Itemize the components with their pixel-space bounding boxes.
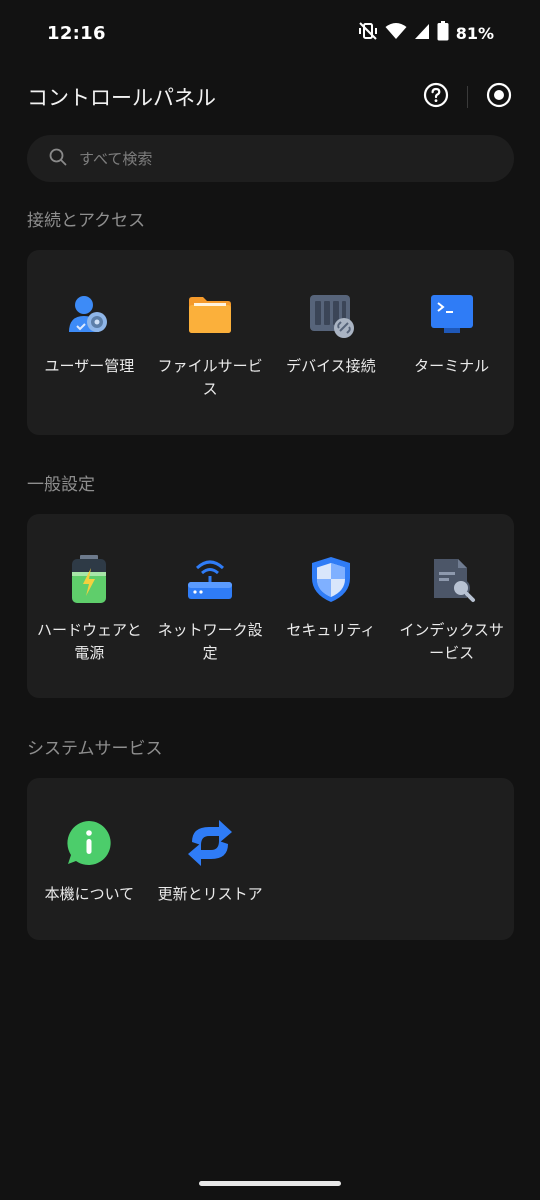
tile-network-settings[interactable]: ネットワーク設定 <box>150 514 271 665</box>
home-indicator[interactable] <box>199 1181 341 1186</box>
tile-label: ターミナル <box>414 357 490 375</box>
help-circle-icon <box>423 82 449 112</box>
section-title-connection: 接続とアクセス <box>27 211 146 231</box>
search-bar[interactable] <box>27 135 514 182</box>
tile-update-restore[interactable]: 更新とリストア <box>150 778 271 906</box>
status-time: 12:16 <box>47 22 106 44</box>
refresh-icon <box>185 818 235 868</box>
tile-file-services[interactable]: ファイルサービス <box>150 250 271 401</box>
search-icon <box>49 148 67 170</box>
tile-label: ネットワーク設定 <box>157 621 263 662</box>
status-icons: 81% <box>358 21 494 45</box>
info-bubble-icon <box>64 818 114 868</box>
page-title: コントロールパネル <box>27 86 216 110</box>
index-search-icon <box>427 554 477 604</box>
tile-index-service[interactable]: インデックスサービス <box>391 514 512 665</box>
wifi-icon <box>385 22 407 44</box>
tile-hardware-power[interactable]: ハードウェアと電源 <box>29 514 150 665</box>
tile-label: デバイス接続 <box>286 357 376 375</box>
device-connection-icon <box>306 290 356 340</box>
tile-terminal[interactable]: ターミナル <box>391 250 512 378</box>
tile-label: 更新とリストア <box>157 885 263 903</box>
tile-device-connection[interactable]: デバイス接続 <box>271 250 392 378</box>
tile-about-device[interactable]: 本機について <box>29 778 150 906</box>
cell-signal-icon <box>414 22 430 44</box>
tile-label: セキュリティ <box>286 621 376 639</box>
app-header: コントロールパネル <box>0 72 540 122</box>
shield-icon <box>306 554 356 604</box>
tile-label: ファイルサービス <box>157 357 263 398</box>
tile-label: 本機について <box>44 885 135 903</box>
battery-icon <box>437 21 449 45</box>
user-management-icon <box>64 290 114 340</box>
section-card-system: 本機について 更新とリストア <box>27 778 514 940</box>
mute-vibrate-off-icon <box>358 21 378 45</box>
help-button[interactable] <box>421 82 451 112</box>
battery-power-icon <box>64 554 114 604</box>
section-card-connection: ユーザー管理 ファイルサービス デバイス接続 ターミナル <box>27 250 514 435</box>
status-bar: 12:16 81% <box>0 0 540 66</box>
search-input[interactable] <box>79 149 459 168</box>
battery-percentage: 81% <box>455 23 494 43</box>
tile-label: インデックスサービス <box>399 621 504 662</box>
router-icon <box>185 554 235 604</box>
control-panel-screen: 12:16 81% コントロールパネル すべて検索 接続とアクセス ユーザー管理… <box>0 0 540 1200</box>
section-title-system: システムサービス <box>27 739 163 759</box>
tile-label: ハードウェアと電源 <box>37 621 142 662</box>
tile-security[interactable]: セキュリティ <box>271 514 392 642</box>
tile-label: ユーザー管理 <box>44 357 135 375</box>
section-card-general: ハードウェアと電源 ネットワーク設定 セキュリティ インデックスサービス <box>27 514 514 698</box>
folder-icon <box>185 290 235 340</box>
settings-button[interactable] <box>484 82 514 112</box>
record-circle-icon <box>486 82 512 112</box>
header-divider <box>467 86 468 108</box>
tile-user-management[interactable]: ユーザー管理 <box>29 250 150 378</box>
terminal-icon <box>427 290 477 340</box>
section-title-general: 一般設定 <box>27 475 95 495</box>
header-actions <box>421 82 514 112</box>
